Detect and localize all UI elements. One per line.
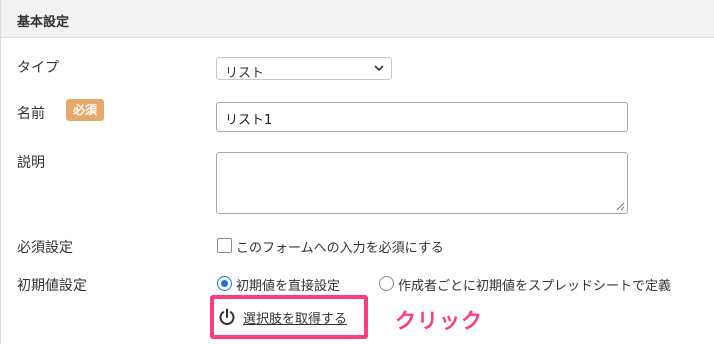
fetch-options-label: 選択肢を取得する <box>243 311 348 327</box>
radio-direct-setting[interactable] <box>217 276 232 291</box>
type-select-value: リスト <box>225 66 265 81</box>
type-select[interactable]: リスト <box>216 57 392 81</box>
name-label: 名前 <box>17 106 45 122</box>
required-badge: 必須 <box>66 99 105 121</box>
radio-spreadsheet-setting[interactable] <box>379 276 394 291</box>
resize-grip-icon[interactable] <box>616 202 625 211</box>
chevron-down-icon <box>374 65 384 72</box>
power-icon <box>219 308 235 325</box>
name-input-value: リスト1 <box>225 113 273 128</box>
panel-header: 基本設定 <box>1 0 714 38</box>
radio-spreadsheet-setting-label[interactable]: 作成者ごとに初期値をスプレッドシートで定義 <box>398 275 671 294</box>
initial-value-label: 初期値設定 <box>17 278 87 294</box>
basic-settings-panel: 基本設定 タイプ リスト 名前 必須 リスト1 説明 必須設定 このフォームへの… <box>0 0 714 344</box>
click-annotation: クリック <box>395 309 483 333</box>
required-setting-label: 必須設定 <box>17 240 73 256</box>
radio-direct-setting-label[interactable]: 初期値を直接設定 <box>236 275 340 294</box>
panel-title: 基本設定 <box>17 15 70 30</box>
required-checkbox-label[interactable]: このフォームへの入力を必須にする <box>236 237 444 256</box>
description-textarea[interactable] <box>216 152 628 214</box>
description-label: 説明 <box>17 155 45 171</box>
required-checkbox[interactable] <box>217 238 232 253</box>
name-input[interactable]: リスト1 <box>216 102 628 132</box>
fetch-options-button[interactable]: 選択肢を取得する <box>217 306 347 328</box>
type-label: タイプ <box>17 60 59 76</box>
